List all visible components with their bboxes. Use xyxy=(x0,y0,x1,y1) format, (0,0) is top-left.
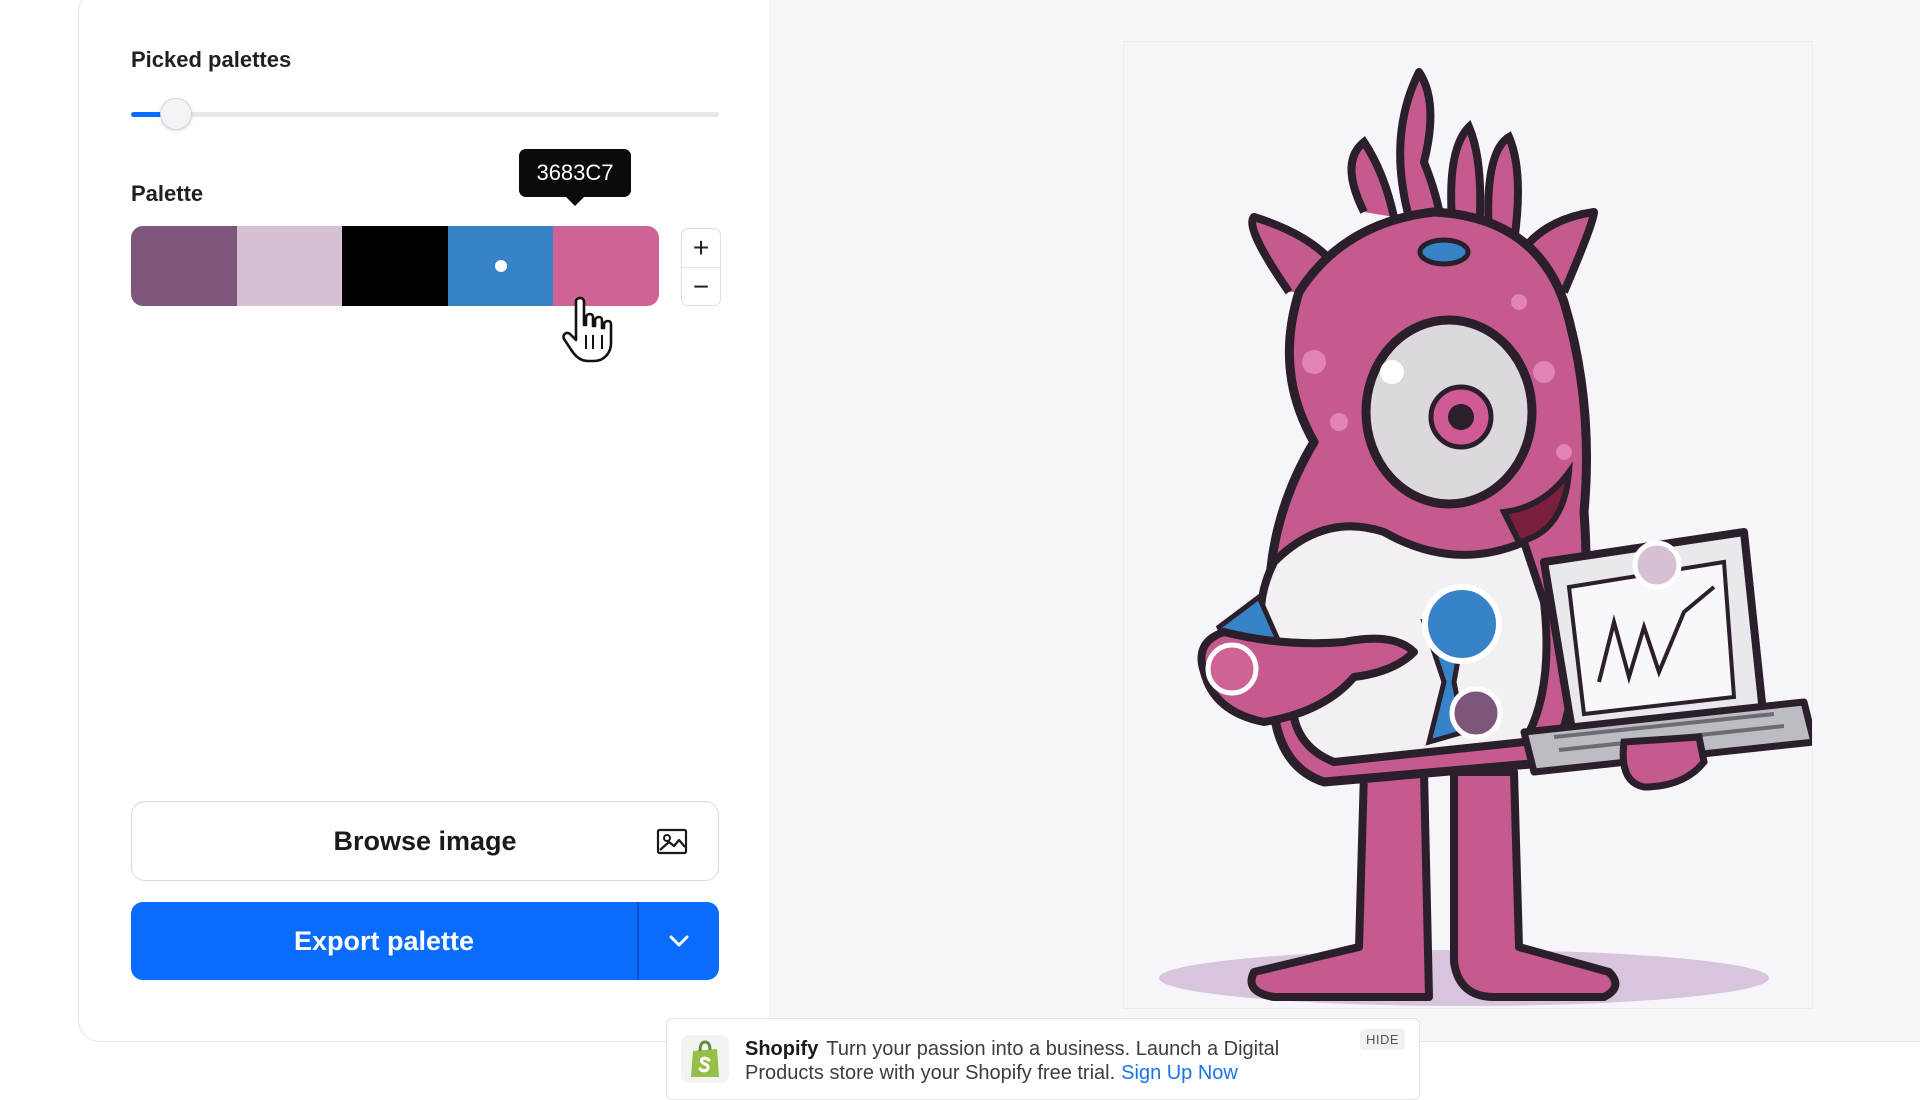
shopify-logo-icon xyxy=(681,1035,729,1083)
selected-swatch-indicator xyxy=(494,260,507,272)
palette-swatch[interactable] xyxy=(342,226,448,306)
picked-palettes-label: Picked palettes xyxy=(131,47,292,72)
palette-swatches xyxy=(131,226,659,306)
slider-track xyxy=(131,112,719,117)
monster-illustration xyxy=(1159,68,1818,1006)
export-palette-button[interactable]: Export palette xyxy=(131,902,637,980)
color-picker-marker[interactable] xyxy=(1449,686,1503,740)
browse-image-button[interactable]: Browse image xyxy=(131,801,719,881)
export-options-button[interactable] xyxy=(639,902,719,980)
hex-tooltip: 3683C7 xyxy=(519,149,631,206)
browse-image-label: Browse image xyxy=(333,825,517,856)
picked-palettes-slider[interactable] xyxy=(131,98,719,130)
image-preview-panel xyxy=(769,0,1920,1041)
palette-label: Palette xyxy=(131,181,204,206)
swatch-count-stepper: + − xyxy=(681,228,721,306)
export-palette-split-button: Export palette xyxy=(131,902,719,980)
slider-thumb[interactable] xyxy=(160,98,192,130)
palette-swatch[interactable] xyxy=(236,226,343,306)
color-picker-marker[interactable] xyxy=(1205,642,1259,696)
uploaded-image xyxy=(1123,41,1818,1009)
add-swatch-button[interactable]: + xyxy=(682,229,720,267)
image-icon xyxy=(656,828,688,855)
palette-swatch[interactable] xyxy=(131,226,237,306)
color-picker-marker[interactable] xyxy=(1422,584,1502,664)
palette-swatch[interactable] xyxy=(553,226,659,306)
ad-copy: Shopify Turn your passion into a business… xyxy=(745,1037,1305,1085)
chevron-down-icon xyxy=(669,935,689,947)
ad-brand: Shopify xyxy=(745,1038,819,1060)
hand-cursor-icon xyxy=(562,296,613,363)
ad-signup-link[interactable]: Sign Up Now xyxy=(1121,1062,1238,1084)
palette-generator-card: Picked palettes Palette 3683C7 + − Brows… xyxy=(78,0,1920,1042)
color-picker-marker[interactable] xyxy=(1632,540,1682,590)
palette-swatch[interactable] xyxy=(447,226,554,306)
remove-swatch-button[interactable]: − xyxy=(682,267,720,306)
controls-panel: Picked palettes Palette 3683C7 + − Brows… xyxy=(79,0,770,1041)
shopify-ad-banner[interactable]: Shopify Turn your passion into a business… xyxy=(666,1018,1420,1100)
ad-hide-button[interactable]: HIDE xyxy=(1359,1029,1405,1050)
